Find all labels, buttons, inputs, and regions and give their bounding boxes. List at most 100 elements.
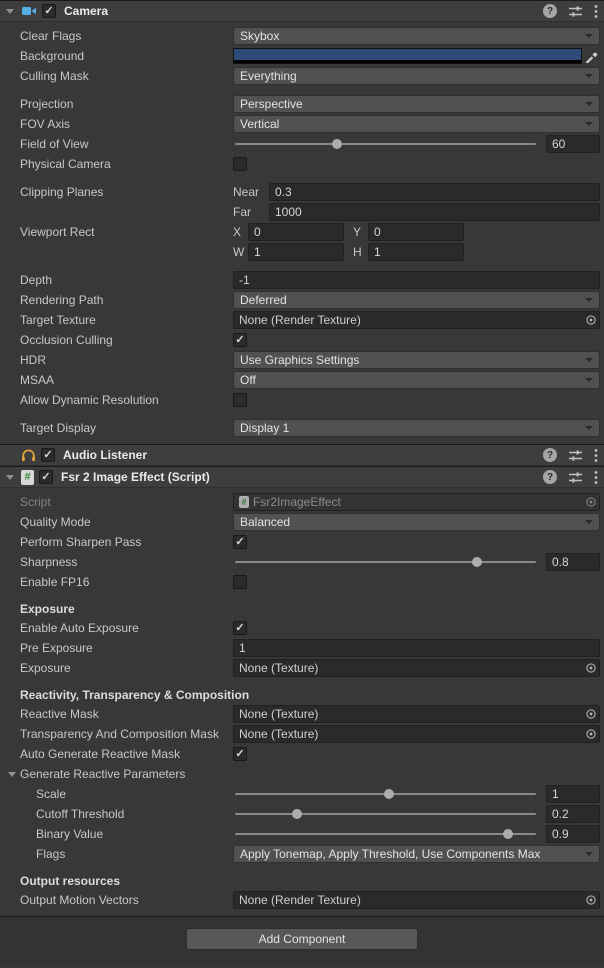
physical-camera-checkbox[interactable] (233, 157, 247, 171)
fov-axis-dropdown[interactable]: Vertical (233, 115, 600, 133)
pre-exposure-input[interactable] (233, 639, 600, 657)
near-clip-input[interactable] (269, 183, 600, 201)
field-label: Binary Value (0, 827, 233, 841)
audio-listener-enabled-checkbox[interactable] (41, 448, 55, 462)
exposure-object-field[interactable]: None (Texture) (233, 659, 600, 677)
audio-listener-header: Audio Listener (0, 444, 604, 466)
help-icon[interactable] (543, 448, 557, 462)
enable-fp16-checkbox[interactable] (233, 575, 247, 589)
chevron-down-icon (585, 102, 593, 106)
row-hdr: HDR Use Graphics Settings (0, 350, 604, 370)
presets-icon[interactable] (568, 4, 583, 19)
rendering-path-dropdown[interactable]: Deferred (233, 291, 600, 309)
enable-auto-exposure-checkbox[interactable] (233, 621, 247, 635)
slider-track[interactable] (235, 833, 536, 835)
field-label: Target Display (0, 421, 233, 435)
kebab-menu-icon[interactable] (594, 448, 598, 463)
chevron-down-icon (585, 122, 593, 126)
field-label: Projection (0, 97, 233, 111)
foldout-triangle-icon[interactable] (6, 9, 14, 14)
cutoff-threshold-input[interactable] (546, 805, 600, 823)
fsr2-enabled-checkbox[interactable] (39, 470, 53, 484)
fsr2-header: Fsr 2 Image Effect (Script) (0, 466, 604, 488)
row-target-texture: Target Texture None (Render Texture) (0, 310, 604, 330)
msaa-dropdown[interactable]: Off (233, 371, 600, 389)
scale-input[interactable] (546, 785, 600, 803)
row-viewport-xy: Viewport Rect X Y (0, 222, 604, 242)
help-icon[interactable] (543, 4, 557, 18)
field-of-view-slider[interactable] (233, 135, 538, 153)
presets-icon[interactable] (568, 470, 583, 485)
output-motion-vectors-object-field[interactable]: None (Render Texture) (233, 891, 600, 909)
object-picker-icon[interactable] (582, 892, 599, 908)
row-target-display: Target Display Display 1 (0, 418, 604, 438)
slider-knob[interactable] (384, 789, 394, 799)
row-culling-mask: Culling Mask Everything (0, 66, 604, 86)
kebab-menu-icon[interactable] (594, 4, 598, 19)
slider-knob[interactable] (332, 139, 342, 149)
slider-knob[interactable] (503, 829, 513, 839)
foldout-triangle-icon[interactable] (8, 772, 16, 777)
csharp-script-icon (239, 496, 249, 508)
camera-header: Camera (0, 0, 604, 22)
hdr-dropdown[interactable]: Use Graphics Settings (233, 351, 600, 369)
presets-icon[interactable] (568, 448, 583, 463)
row-output-motion-vectors: Output Motion Vectors None (Render Textu… (0, 890, 604, 910)
transparency-mask-object-field[interactable]: None (Texture) (233, 725, 600, 743)
object-picker-icon[interactable] (582, 494, 599, 510)
row-auto-generate-reactive-mask: Auto Generate Reactive Mask (0, 744, 604, 764)
kebab-menu-icon[interactable] (594, 470, 598, 485)
chevron-down-icon (585, 520, 593, 524)
foldout-triangle-icon[interactable] (6, 475, 14, 480)
depth-input[interactable] (233, 271, 600, 289)
camera-enabled-checkbox[interactable] (42, 4, 56, 18)
viewport-w-input[interactable] (248, 243, 344, 261)
object-picker-icon[interactable] (582, 726, 599, 742)
eyedropper-button[interactable] (582, 48, 600, 64)
add-component-button[interactable]: Add Component (186, 928, 418, 950)
component-audio-listener: Audio Listener (0, 444, 604, 466)
help-icon[interactable] (543, 470, 557, 484)
flags-dropdown[interactable]: Apply Tonemap, Apply Threshold, Use Comp… (233, 845, 600, 863)
sharpness-slider[interactable] (233, 553, 538, 571)
viewport-h-input[interactable] (368, 243, 464, 261)
slider-knob[interactable] (292, 809, 302, 819)
allow-dynamic-resolution-checkbox[interactable] (233, 393, 247, 407)
object-picker-icon[interactable] (582, 706, 599, 722)
slider-track[interactable] (235, 561, 536, 563)
background-color-field[interactable] (233, 48, 582, 64)
slider-track[interactable] (235, 143, 536, 145)
scale-slider[interactable] (233, 785, 538, 803)
field-label: Transparency And Composition Mask (0, 727, 233, 741)
quality-mode-dropdown[interactable]: Balanced (233, 513, 600, 531)
target-texture-object-field[interactable]: None (Render Texture) (233, 311, 600, 329)
far-clip-input[interactable] (269, 203, 600, 221)
viewport-y-input[interactable] (368, 223, 464, 241)
binary-value-input[interactable] (546, 825, 600, 843)
field-of-view-input[interactable] (546, 135, 600, 153)
clear-flags-dropdown[interactable]: Skybox (233, 27, 600, 45)
slider-knob[interactable] (472, 557, 482, 567)
foldout-label[interactable]: Generate Reactive Parameters (18, 767, 185, 781)
row-enable-auto-exposure: Enable Auto Exposure (0, 618, 604, 638)
camera-body: Clear Flags Skybox Background (0, 22, 604, 444)
viewport-x-input[interactable] (248, 223, 344, 241)
binary-value-slider[interactable] (233, 825, 538, 843)
sharpness-input[interactable] (546, 553, 600, 571)
object-picker-icon[interactable] (582, 312, 599, 328)
auto-generate-reactive-mask-checkbox[interactable] (233, 747, 247, 761)
slider-track[interactable] (235, 813, 536, 815)
object-picker-icon[interactable] (582, 660, 599, 676)
occlusion-culling-checkbox[interactable] (233, 333, 247, 347)
cutoff-threshold-slider[interactable] (233, 805, 538, 823)
target-display-dropdown[interactable]: Display 1 (233, 419, 600, 437)
culling-mask-dropdown[interactable]: Everything (233, 67, 600, 85)
field-label: Quality Mode (0, 515, 233, 529)
reactive-mask-object-field[interactable]: None (Texture) (233, 705, 600, 723)
perform-sharpen-pass-checkbox[interactable] (233, 535, 247, 549)
projection-dropdown[interactable]: Perspective (233, 95, 600, 113)
field-label: Reactive Mask (0, 707, 233, 721)
row-projection: Projection Perspective (0, 94, 604, 114)
csharp-script-icon (21, 470, 34, 485)
near-label: Near (233, 185, 269, 199)
